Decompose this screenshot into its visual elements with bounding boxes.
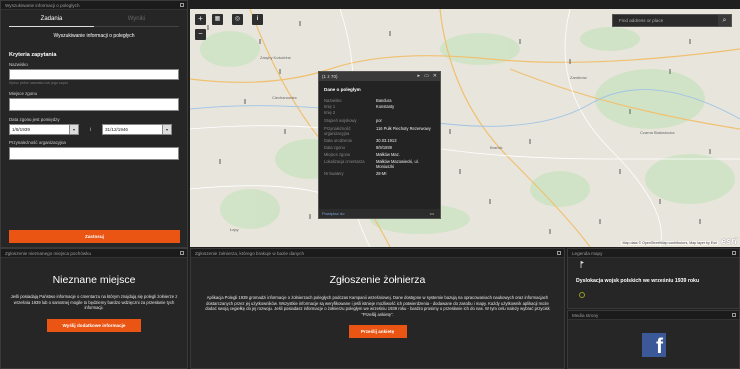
apply-button[interactable]: Zastosuj — [9, 230, 180, 243]
tab-tasks[interactable]: Zadania — [9, 13, 94, 27]
legend-circle-icon — [579, 292, 585, 298]
org-label: Przynależność organizacyjna — [9, 140, 66, 145]
unknown-heading: Nieznane miejsce — [52, 274, 136, 286]
media-panel: Media strony f — [567, 310, 740, 369]
date-label: Data zgonu jest pomiędzy — [9, 117, 60, 122]
report-heading: Zgłoszenie żołnierza — [329, 274, 426, 286]
popup-row: Data urodzenia 30.03.1913 — [324, 138, 397, 143]
map-attribution: Map data © OpenStreetMap contributors, M… — [621, 241, 718, 245]
popup-header: (1 z 70) ▸ ▭ ✕ — [319, 72, 440, 81]
zoom-in-button[interactable]: + — [195, 14, 206, 25]
popup-row: Przynależność organizacyjna 116 Pułk Piec… — [324, 126, 431, 136]
info-icon[interactable]: i — [252, 14, 263, 25]
popup-row: Stopień wojskowy por — [324, 118, 382, 123]
legend-panel-title: Legenda mapy — [568, 249, 739, 258]
report-soldier-panel: Zgłoszenie żołnierza, którego brakuje w … — [190, 248, 565, 369]
map-label-town: Czarna Białostocka — [640, 130, 675, 135]
date-to-input[interactable]: 31/12/1946 ▾ — [102, 124, 172, 135]
unknown-panel-title: Zgłoszenie nieznanego miejsca pochówku — [1, 249, 187, 258]
surname-hint: Wpisz pełne nazwisko lub jego część — [9, 81, 69, 85]
send-survey-button[interactable]: Prześlij ankietę — [348, 325, 407, 339]
maximize-icon[interactable] — [732, 313, 736, 317]
place-input[interactable] — [9, 98, 179, 111]
close-icon[interactable]: ✕ — [433, 72, 437, 81]
query-panel: Wyszukiwanie informacji o poległych Zada… — [0, 0, 188, 248]
popup-row: Lokalizacja cmentarza Małków Mazowiecki, … — [324, 159, 419, 169]
facebook-icon[interactable]: f — [642, 333, 666, 358]
popup-row: Miejsce zgonu Małków Maz. — [324, 152, 400, 157]
more-icon[interactable]: ••• — [430, 209, 434, 218]
popup-fields: Nazwisko Bandura Imię 1 Konstanty Imię 2 S… — [319, 98, 440, 176]
maximize-icon[interactable] — [557, 251, 561, 255]
zoom-to-link[interactable]: Powiększ do — [322, 211, 344, 216]
tab-results[interactable]: Wyniki — [94, 13, 179, 27]
map-label-town: Zambrów — [570, 75, 587, 80]
popup-counter: (1 z 70) — [322, 74, 338, 79]
maximize-icon[interactable] — [180, 251, 184, 255]
popup-row: Nazwisko Bandura — [324, 98, 392, 103]
report-panel-title: Zgłoszenie żołnierza, którego brakuje w … — [191, 249, 564, 258]
popup-title: Dane o poległym — [324, 87, 361, 92]
popup-row: Imię 1 Konstanty — [324, 104, 395, 109]
chevron-down-icon[interactable]: ▾ — [162, 125, 171, 134]
media-panel-title: Media strony — [568, 311, 739, 320]
query-panel-title: Wyszukiwanie informacji o poległych — [1, 1, 187, 10]
search-icon[interactable]: ⌕ — [718, 15, 731, 26]
legend-panel: Legenda mapy Dyslokacja wojsk polskich w… — [567, 248, 740, 309]
map-label-town: Brańsk — [490, 145, 502, 150]
popup-row: Data zgonu 8/9/1939 — [324, 145, 392, 150]
search-input[interactable]: Find address or place ⌕ — [612, 14, 732, 27]
popup-footer: Powiększ do ••• — [319, 209, 440, 218]
surname-input[interactable] — [9, 69, 179, 80]
criteria-heading: Kryteria zapytania — [9, 52, 57, 58]
date-range: 1/8/1939 ▾ i 31/12/1946 ▾ — [9, 124, 179, 135]
popup-row: Imię 2 — [324, 110, 336, 115]
layers-icon[interactable]: ◎ — [232, 14, 243, 25]
unknown-place-panel: Zgłoszenie nieznanego miejsca pochówku N… — [0, 248, 188, 369]
popup-row: Nr kwatery 28-MI — [324, 171, 387, 176]
maximize-icon[interactable] — [180, 3, 184, 7]
legend-entry: Dyslokacja wojsk polskich we wrześniu 19… — [576, 278, 700, 284]
zoom-out-button[interactable]: − — [195, 29, 206, 40]
org-input[interactable] — [9, 147, 179, 160]
basemap: Zaręby Kościelne Ciechanowiec Czarna Bia… — [190, 9, 740, 247]
tab-bar: Zadania Wyniki — [9, 13, 179, 27]
maximize-icon[interactable] — [732, 251, 736, 255]
map-label-town: Zaręby Kościelne — [260, 55, 292, 60]
surname-label: Nazwisko — [9, 62, 28, 67]
maximize-icon[interactable]: ▭ — [424, 72, 429, 81]
map-label-town: Ciechanowiec — [272, 95, 297, 100]
map-label-town: Łapy — [230, 227, 239, 232]
report-text: Aplikacja Polegli 1939 gromadzi informac… — [205, 295, 550, 317]
next-icon[interactable]: ▸ — [417, 72, 420, 81]
esri-logo: esri — [720, 236, 737, 246]
place-label: Miejsce zgonu — [9, 91, 38, 96]
basemap-gallery-icon[interactable]: ▦ — [212, 14, 223, 25]
date-from-input[interactable]: 1/8/1939 ▾ — [9, 124, 79, 135]
map-view[interactable]: Zaręby Kościelne Ciechanowiec Czarna Bia… — [190, 9, 740, 247]
legend-symbol-icon — [580, 261, 584, 268]
send-info-button[interactable]: Wyślij dodatkowe informacje — [47, 318, 141, 332]
chevron-down-icon[interactable]: ▾ — [69, 125, 78, 134]
feature-popup: (1 z 70) ▸ ▭ ✕ Dane o poległym Nazwisko B… — [318, 71, 441, 219]
unknown-text: Jeśli posiadają Państwo informacje o cme… — [10, 294, 178, 311]
query-subtitle: Wyszukiwanie informacji o poległych — [53, 33, 135, 39]
date-separator: i — [89, 126, 92, 133]
